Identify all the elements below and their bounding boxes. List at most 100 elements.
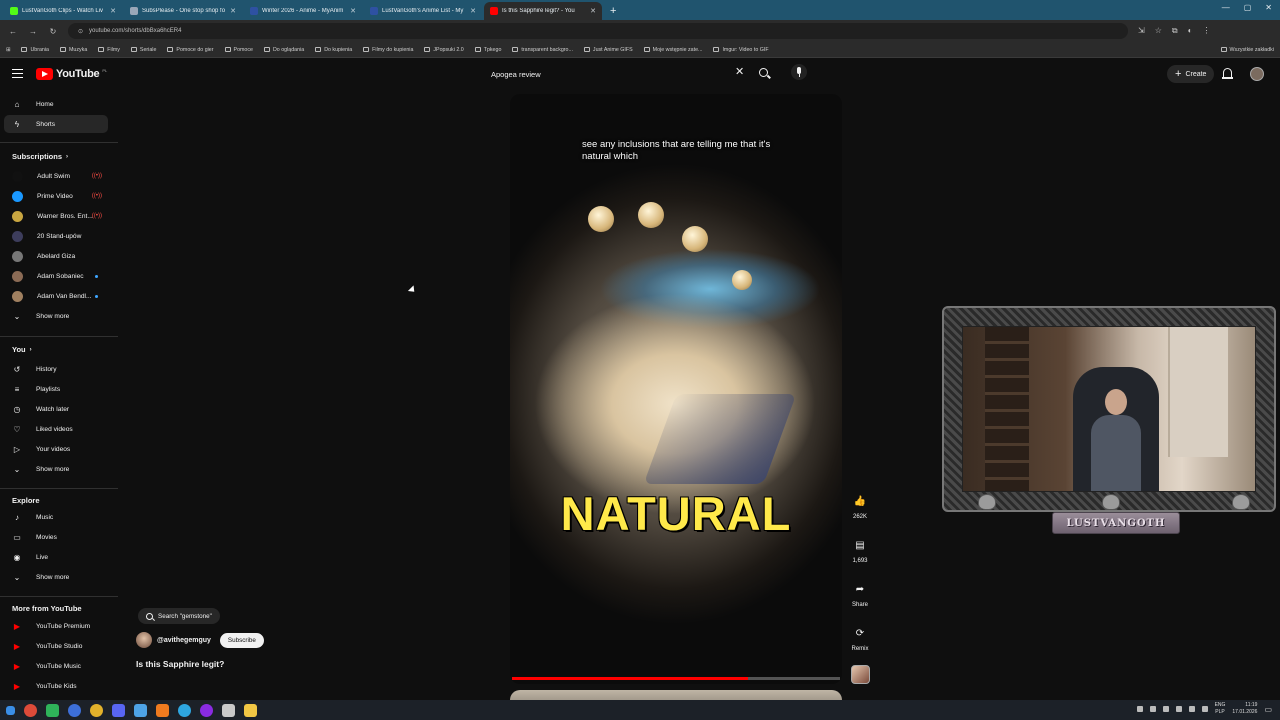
app-taskbar-icon[interactable] <box>134 703 147 717</box>
bookmark-item[interactable]: Imgur: Video to GIF <box>713 47 769 53</box>
browser-tab[interactable]: LustVanGoth Clips - Watch Liv ✕ <box>4 2 122 20</box>
clock[interactable]: 11:19 17.01.2026 <box>1232 702 1257 716</box>
bookmark-item[interactable]: Pomoce do gier <box>167 47 214 53</box>
app-taskbar-icon[interactable] <box>200 703 213 717</box>
bookmark-item[interactable]: transparent backgro... <box>512 47 573 53</box>
sidebar-item[interactable]: ▶ YouTube Music <box>4 657 108 675</box>
bookmark-item[interactable]: Do kupienia <box>315 47 352 53</box>
create-button[interactable]: + Create <box>1167 65 1215 83</box>
youtube-logo[interactable]: YouTube PL <box>36 68 107 80</box>
like-button[interactable]: 👍 262K <box>849 490 871 521</box>
short-title[interactable]: Is this Sapphire legit? <box>136 659 224 669</box>
chrome-taskbar-icon[interactable] <box>24 703 37 717</box>
vlc-taskbar-icon[interactable] <box>156 703 169 717</box>
sidebar-item[interactable]: ⌄ Show more <box>4 568 108 586</box>
maximize-button[interactable]: ▢ <box>1244 3 1252 12</box>
sidebar-item[interactable]: ♪ Music <box>4 508 108 526</box>
account-avatar[interactable] <box>1250 67 1264 81</box>
bookmark-item[interactable]: Pomoce <box>224 47 253 53</box>
new-tab-button[interactable]: + <box>604 5 622 20</box>
tab-close-icon[interactable]: ✕ <box>350 7 356 15</box>
browser-menu-icon[interactable]: ⋮ <box>1202 26 1210 36</box>
bookmark-item[interactable]: Filmy <box>98 47 120 53</box>
start-menu-icon[interactable] <box>6 705 15 715</box>
comment-button[interactable]: ▤ 1,693 <box>849 534 871 565</box>
bookmark-item[interactable]: Ubrania <box>21 47 49 53</box>
sidebar-item[interactable]: Adult Swim ((•)) <box>4 167 108 185</box>
tab-close-icon[interactable]: ✕ <box>110 7 116 15</box>
app-taskbar-icon[interactable] <box>68 703 81 717</box>
app-taskbar-icon[interactable] <box>222 703 235 717</box>
app-taskbar-icon[interactable] <box>46 703 59 717</box>
hamburger-menu-icon[interactable] <box>12 69 23 78</box>
remix-button[interactable]: ⟳ Remix <box>849 622 871 653</box>
notifications-icon[interactable]: ▭ <box>1264 705 1272 714</box>
back-icon[interactable]: ← <box>8 27 18 36</box>
extensions-icon[interactable]: ⧉ <box>1172 26 1178 36</box>
telegram-taskbar-icon[interactable] <box>178 703 191 717</box>
tray-icon[interactable] <box>1175 706 1182 712</box>
bookmark-item[interactable]: Tpkego <box>474 47 501 53</box>
bookmark-item[interactable]: Just Anime GIFS <box>583 47 633 53</box>
profile-icon[interactable]: ◐ <box>1188 26 1193 36</box>
sidebar-item[interactable]: ⌄ Show more <box>4 460 108 478</box>
audio-source-thumbnail[interactable] <box>851 665 870 684</box>
clear-search-icon[interactable]: ✕ <box>735 67 744 78</box>
search-suggestion-chip[interactable]: Search "gemstone" <box>138 608 220 624</box>
bookmark-item[interactable]: Seriale <box>130 47 156 53</box>
share-button[interactable]: ➦ Share <box>849 578 871 609</box>
discord-taskbar-icon[interactable] <box>112 703 125 717</box>
subscribe-button[interactable]: Subscribe <box>219 632 264 648</box>
bookmark-star-icon[interactable]: ☆ <box>1155 26 1162 36</box>
you-heading[interactable]: You › <box>12 345 32 354</box>
app-taskbar-icon[interactable] <box>90 703 103 717</box>
short-video-player[interactable]: see any inclusions that are telling me t… <box>510 94 842 684</box>
tab-close-icon[interactable]: ✕ <box>590 7 596 15</box>
tab-close-icon[interactable]: ✕ <box>230 7 236 15</box>
sidebar-item[interactable]: ▷ Your videos <box>4 440 108 458</box>
forward-icon[interactable]: → <box>28 27 38 36</box>
sidebar-item[interactable]: ϟ Shorts <box>4 115 108 133</box>
browser-tab[interactable]: Winter 2026 - Anime - MyAnim ✕ <box>244 2 362 20</box>
keyboard-language[interactable]: ENG PLP <box>1215 702 1226 716</box>
wifi-icon[interactable] <box>1188 706 1195 712</box>
sidebar-item[interactable]: ≡ Playlists <box>4 380 108 398</box>
channel-avatar[interactable] <box>136 632 152 648</box>
sidebar-item[interactable]: ⌂ Home <box>4 95 108 113</box>
search-icon[interactable] <box>759 68 768 77</box>
sidebar-item[interactable]: Prime Video ((•)) <box>4 187 108 205</box>
bookmark-item[interactable]: JPopsuki 2.0 <box>424 47 464 53</box>
minimize-button[interactable]: — <box>1222 3 1230 12</box>
tray-icon[interactable] <box>1149 706 1156 712</box>
sidebar-item[interactable]: Warner Bros. Ent... ((•)) <box>4 207 108 225</box>
apps-icon[interactable]: ⊞ <box>6 47 10 53</box>
bookmark-item[interactable]: Do oglądania <box>263 47 304 53</box>
sidebar-item[interactable]: ▶ YouTube Premium <box>4 617 108 635</box>
sidebar-item[interactable]: 20 Stand-upów <box>4 227 108 245</box>
sidebar-item[interactable]: Abelard Giza <box>4 247 108 265</box>
close-window-button[interactable]: ✕ <box>1265 3 1272 12</box>
sidebar-item[interactable]: ↺ History <box>4 360 108 378</box>
bookmark-item[interactable]: Muzyka <box>60 47 87 53</box>
browser-tab[interactable]: LustVanGoth's Anime List - My ✕ <box>364 2 482 20</box>
explore-heading[interactable]: Explore <box>12 496 40 505</box>
sidebar-item[interactable]: ◉ Live <box>4 548 108 566</box>
sidebar-item[interactable]: ▭ Movies <box>4 528 108 546</box>
all-bookmarks[interactable]: Wszystkie zakładki <box>1220 47 1274 53</box>
tray-icon[interactable] <box>1136 706 1143 712</box>
install-icon[interactable]: ⇲ <box>1138 26 1145 36</box>
sidebar-item[interactable]: ◷ Watch later <box>4 400 108 418</box>
volume-icon[interactable] <box>1201 706 1208 712</box>
subscriptions-heading[interactable]: Subscriptions › <box>12 152 68 161</box>
browser-tab[interactable]: SubsPlease - One stop shop fo ✕ <box>124 2 242 20</box>
site-info-icon[interactable]: ⊙ <box>78 28 83 35</box>
channel-name[interactable]: @avithegemguy <box>157 637 211 644</box>
bookmark-item[interactable]: Moje wstępnie zate... <box>643 47 702 53</box>
video-progress-bar[interactable] <box>512 677 840 680</box>
sidebar-item[interactable]: ⌄ Show more <box>4 307 108 325</box>
sidebar-item[interactable]: ♡ Liked videos <box>4 420 108 438</box>
bookmark-item[interactable]: Filmy do kupienia <box>363 47 413 53</box>
more-from-youtube-heading[interactable]: More from YouTube <box>12 604 82 613</box>
address-bar[interactable]: ⊙ youtube.com/shorts/dbBxa6hcER4 <box>68 23 1128 39</box>
sidebar-item[interactable]: ▶ YouTube Studio <box>4 637 108 655</box>
